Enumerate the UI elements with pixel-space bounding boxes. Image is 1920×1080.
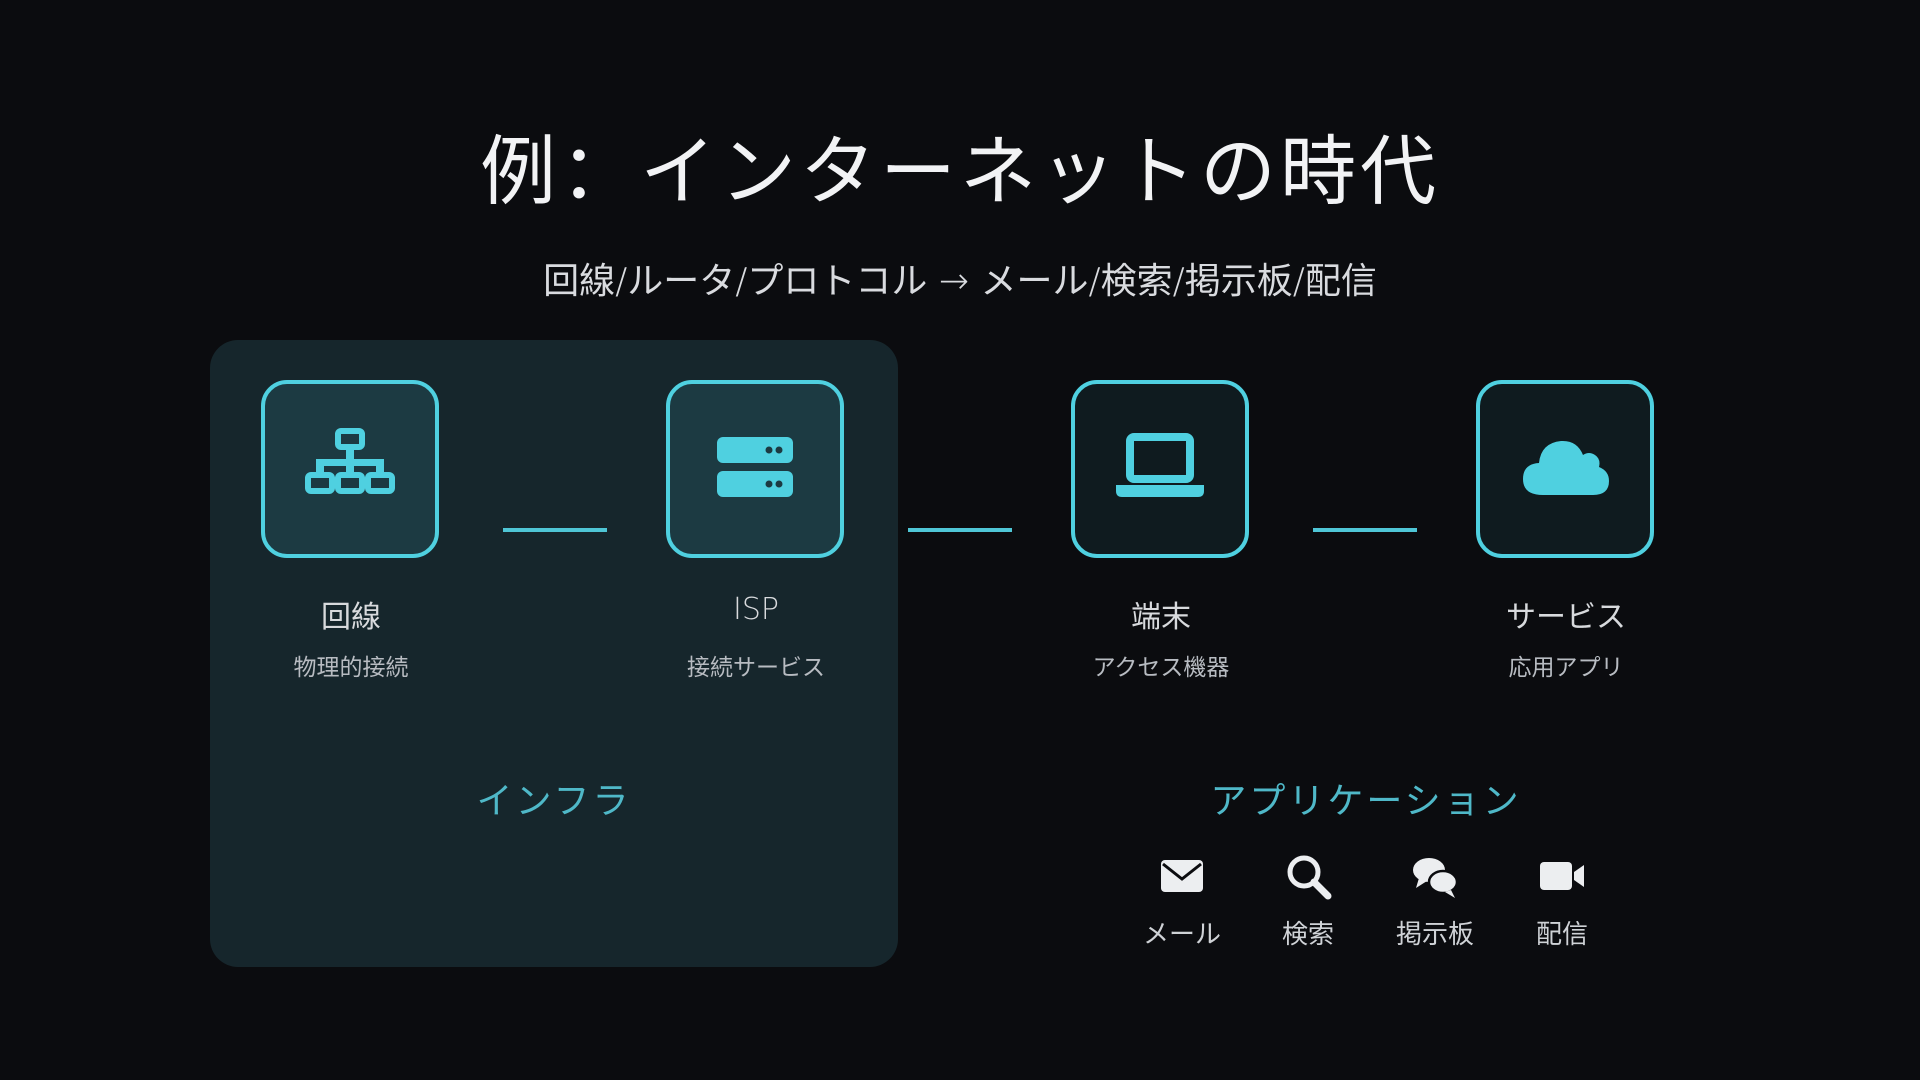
mail-icon xyxy=(1127,852,1237,900)
node-label: 回線 xyxy=(321,600,381,635)
app-label: 検索 xyxy=(1281,920,1334,950)
app-label: 配信 xyxy=(1535,920,1588,950)
node-sublabel: アクセス機器 xyxy=(1092,655,1230,681)
node-device xyxy=(1071,380,1249,558)
app-stream: 配信 xyxy=(1507,852,1617,951)
app-board: 掲示板 xyxy=(1380,852,1490,951)
slide-subtitle: 回線/ルータ/プロトコル → メール/検索/掲示板/配信 xyxy=(543,261,1377,302)
search-icon xyxy=(1253,852,1363,900)
cloud-icon xyxy=(1517,419,1613,519)
app-mail: メール xyxy=(1127,852,1237,951)
node-line xyxy=(261,380,439,558)
node-sublabel: 応用アプリ xyxy=(1508,655,1624,681)
slide: 例：インターネットの時代 回線/ルータ/プロトコル → メール/検索/掲示板/配… xyxy=(0,0,1920,1080)
connector-line-isp xyxy=(503,528,607,532)
chat-icon xyxy=(1380,852,1490,900)
node-sublabel: 接続サービス xyxy=(687,655,825,681)
node-label: サービス xyxy=(1506,600,1626,635)
video-icon xyxy=(1507,852,1617,900)
connector-isp-device xyxy=(908,528,1012,532)
group-label-app: アプリケーション xyxy=(1210,781,1522,822)
app-label: メール xyxy=(1142,920,1221,950)
node-service xyxy=(1476,380,1654,558)
node-isp xyxy=(666,380,844,558)
network-icon xyxy=(302,419,398,519)
app-label: 掲示板 xyxy=(1395,920,1474,950)
node-label: ISP xyxy=(733,592,779,627)
laptop-icon xyxy=(1112,419,1208,519)
node-label: 端末 xyxy=(1131,600,1191,635)
slide-title: 例：インターネットの時代 xyxy=(480,127,1440,216)
connector-device-service xyxy=(1313,528,1417,532)
server-icon xyxy=(707,419,803,519)
node-sublabel: 物理的接続 xyxy=(293,655,409,681)
app-search: 検索 xyxy=(1253,852,1363,951)
group-label-infra: インフラ xyxy=(476,781,632,822)
